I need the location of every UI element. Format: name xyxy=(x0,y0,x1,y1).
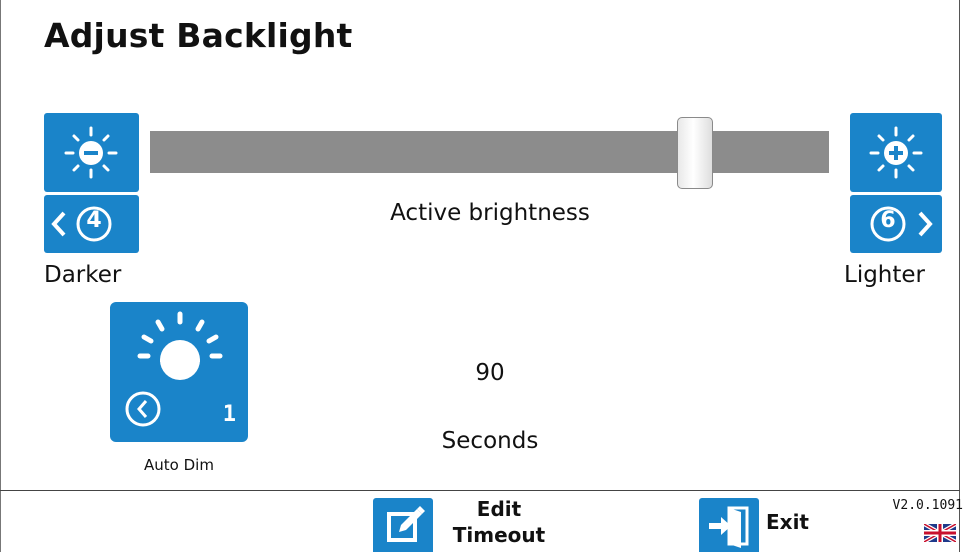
exit-label[interactable]: Exit xyxy=(766,509,826,535)
brightness-slider-track[interactable] xyxy=(150,131,829,173)
darker-step-button[interactable]: 4 xyxy=(44,195,139,253)
darker-button[interactable] xyxy=(44,113,139,192)
lighter-label: Lighter xyxy=(844,262,926,288)
edit-timeout-label-line1: Edit xyxy=(476,497,522,521)
auto-dim-badge: 1 xyxy=(222,402,236,427)
version-label: V2.0.1091 xyxy=(892,498,963,513)
lighter-step-value: 6 xyxy=(880,208,896,233)
timeout-unit: Seconds xyxy=(441,428,539,454)
edit-icon xyxy=(387,506,425,542)
auto-dim-label: Auto Dim xyxy=(144,456,214,474)
page-title: Adjust Backlight xyxy=(44,16,353,55)
lighter-step-button[interactable]: 6 xyxy=(850,195,942,253)
darker-step-value: 4 xyxy=(86,208,102,233)
lighter-button[interactable] xyxy=(850,113,942,192)
uk-flag-icon[interactable] xyxy=(923,522,957,544)
darker-label: Darker xyxy=(44,262,122,288)
edit-timeout-label-line2: Timeout xyxy=(452,523,546,547)
edit-timeout-button[interactable] xyxy=(373,498,433,552)
edit-timeout-label[interactable]: Edit Timeout xyxy=(444,496,554,548)
brightness-slider-thumb[interactable] xyxy=(677,117,714,189)
footer-divider xyxy=(0,490,960,491)
timeout-value: 90 xyxy=(475,360,505,386)
brightness-minus-icon xyxy=(64,126,118,179)
exit-door-icon xyxy=(709,506,749,548)
exit-button[interactable] xyxy=(699,498,759,552)
brightness-plus-icon xyxy=(869,126,923,179)
active-brightness-label: Active brightness xyxy=(390,200,590,226)
auto-dim-button[interactable]: 1 xyxy=(110,302,248,442)
